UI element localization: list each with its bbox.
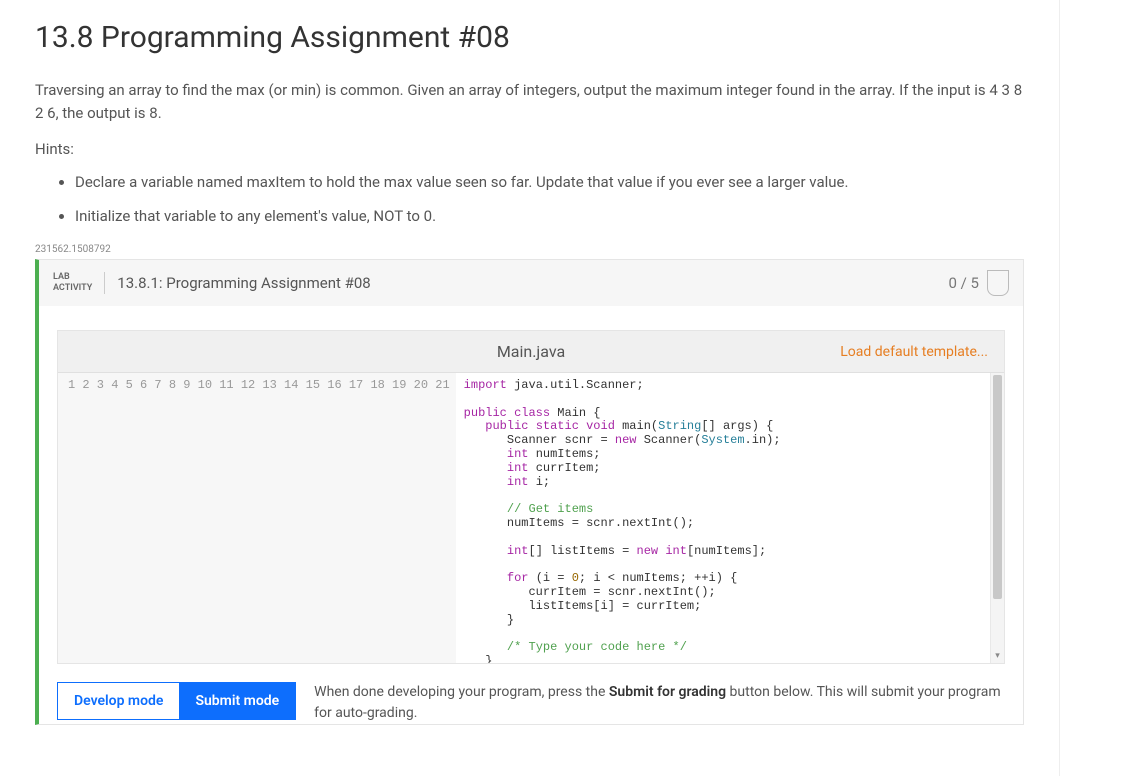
code-content[interactable]: import java.util.Scanner; public class M… <box>456 373 990 663</box>
mode-toggle: Develop mode Submit mode <box>57 682 296 720</box>
submit-mode-button[interactable]: Submit mode <box>179 683 295 719</box>
scroll-down-icon[interactable]: ▾ <box>991 649 1004 663</box>
code-editor[interactable]: 1 2 3 4 5 6 7 8 9 10 11 12 13 14 15 16 1… <box>58 373 1004 663</box>
page-title: 13.8 Programming Assignment #08 <box>35 20 1024 55</box>
page-meta-id: 231562.1508792 <box>35 244 1024 255</box>
scroll-thumb[interactable] <box>993 375 1002 599</box>
mode-row: Develop mode Submit mode When done devel… <box>39 664 1023 724</box>
editor-filename: Main.java <box>497 342 565 361</box>
list-item: Initialize that variable to any element'… <box>75 204 1024 228</box>
load-default-template-link[interactable]: Load default template... <box>840 344 988 360</box>
lab-activity-tag: LABACTIVITY <box>53 272 105 294</box>
scrollbar[interactable]: ▴ ▾ <box>990 373 1004 663</box>
badge-icon <box>987 270 1009 296</box>
assignment-description: Traversing an array to find the max (or … <box>35 79 1024 124</box>
lab-activity-block: LABACTIVITY 13.8.1: Programming Assignme… <box>35 259 1024 725</box>
lab-header: LABACTIVITY 13.8.1: Programming Assignme… <box>39 260 1023 306</box>
line-number-gutter: 1 2 3 4 5 6 7 8 9 10 11 12 13 14 15 16 1… <box>58 373 456 663</box>
code-editor-card: Main.java Load default template... 1 2 3… <box>57 330 1005 664</box>
hints-list: Declare a variable named maxItem to hold… <box>75 170 1024 228</box>
lab-score: 0 / 5 <box>949 274 980 292</box>
lab-title: 13.8.1: Programming Assignment #08 <box>117 274 948 292</box>
editor-tab-bar: Main.java Load default template... <box>58 331 1004 373</box>
list-item: Declare a variable named maxItem to hold… <box>75 170 1024 194</box>
hints-label: Hints: <box>35 140 1024 158</box>
develop-mode-button[interactable]: Develop mode <box>58 683 179 719</box>
mode-description: When done developing your program, press… <box>314 682 1005 724</box>
